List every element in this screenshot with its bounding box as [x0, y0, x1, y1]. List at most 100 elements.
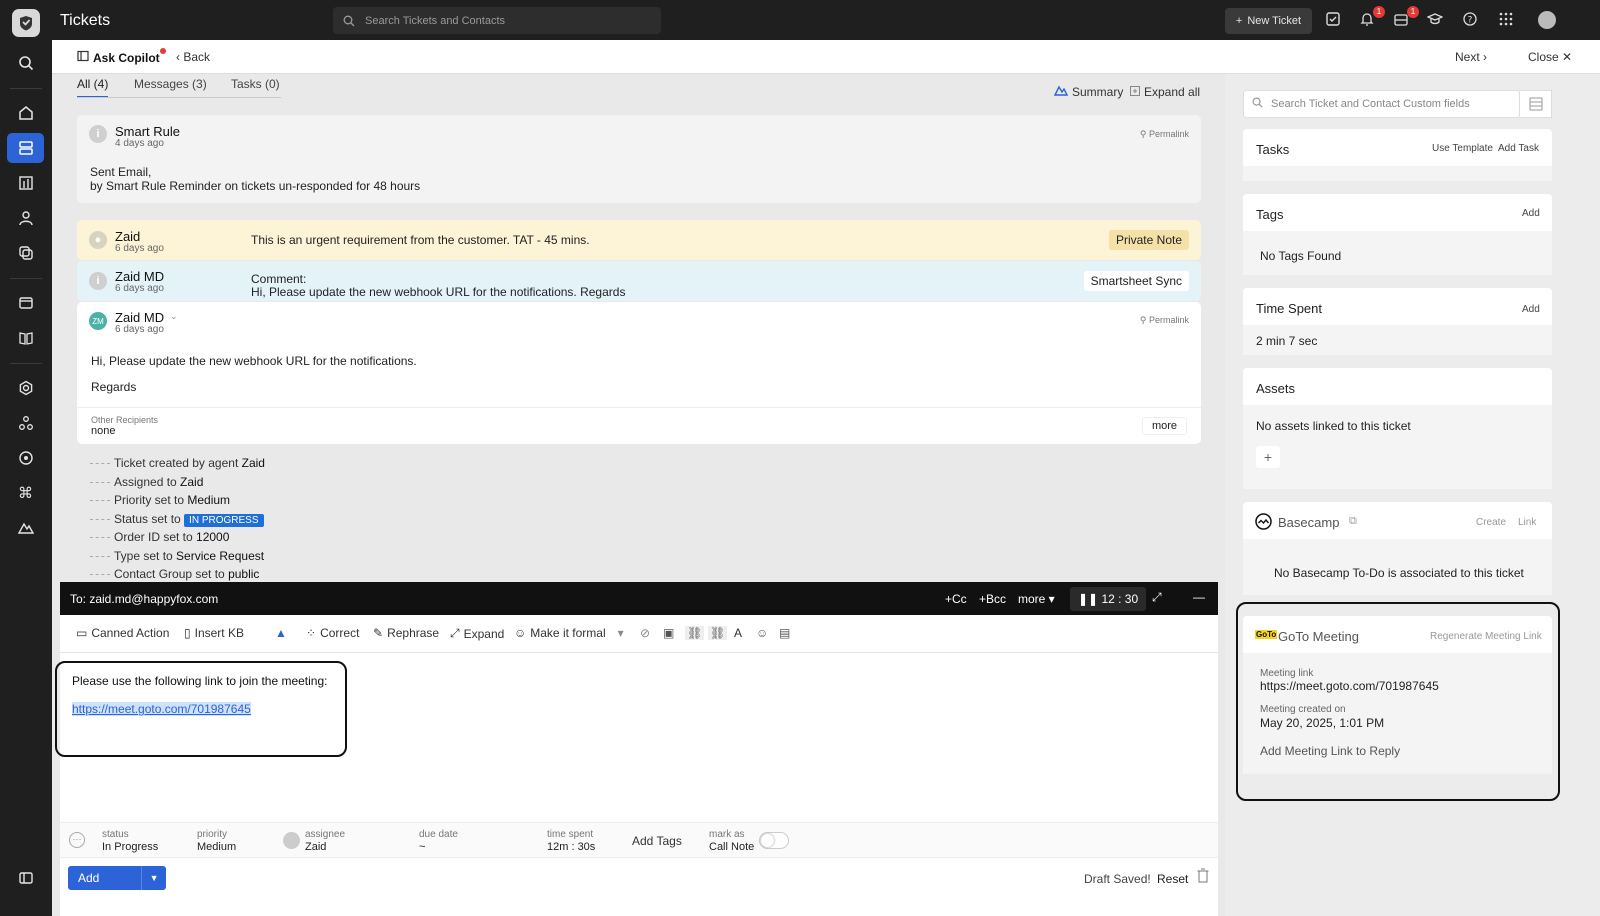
reset-button[interactable]: Reset [1157, 872, 1188, 886]
to-field[interactable]: To: zaid.md@happyfox.com [70, 592, 218, 606]
tabs-divider [77, 97, 281, 98]
activity-item: Status set to IN PROGRESS [90, 510, 265, 529]
new-ticket-button[interactable]: + New Ticket [1225, 8, 1312, 34]
app-logo[interactable] [12, 9, 40, 37]
notifications-bell-icon[interactable]: 1 [1359, 6, 1385, 29]
note-time: 6 days ago [115, 243, 164, 254]
comment-time: 6 days ago [115, 283, 164, 294]
back-label: Back [183, 50, 211, 64]
text-format-icon[interactable]: A [734, 626, 742, 640]
help-icon[interactable]: ? [1462, 11, 1480, 29]
learning-cap-icon[interactable] [1426, 11, 1445, 29]
search-icon[interactable] [7, 48, 44, 78]
priority-field[interactable]: priority Medium [197, 829, 236, 853]
home-icon[interactable] [7, 98, 44, 128]
fullscreen-icon[interactable]: ⤢ [1152, 590, 1162, 605]
tickets-nav-icon[interactable] [7, 133, 44, 163]
sidebar-toggle-icon[interactable] [7, 863, 44, 893]
basecamp-create-button[interactable]: Create [1476, 517, 1506, 528]
global-search-input[interactable]: Search Tickets and Contacts [333, 7, 661, 34]
custom-fields-icon[interactable] [1520, 90, 1552, 118]
add-time-button[interactable]: Add [1522, 304, 1540, 315]
settings-icon[interactable] [7, 373, 44, 403]
add-tags-button[interactable]: Add Tags [632, 834, 682, 848]
add-tag-button[interactable]: Add [1522, 208, 1540, 219]
automation-icon[interactable] [7, 443, 44, 473]
use-template-button[interactable]: Use Template [1432, 143, 1493, 154]
highlight-outline [55, 661, 347, 757]
tasks-title: Tasks [1256, 142, 1290, 157]
more-options-icon[interactable]: ··· [69, 832, 85, 848]
add-reply-button[interactable]: Add Reply ▼ [68, 866, 166, 909]
tab-all[interactable]: All (4) [77, 77, 109, 98]
back-button[interactable]: ‹ Back [176, 50, 210, 64]
tab-messages[interactable]: Messages (3) [134, 77, 207, 96]
emoji-icon[interactable]: ☺ [756, 626, 768, 640]
custom-fields-search-input[interactable]: Search Ticket and Contact Custom fields [1243, 90, 1520, 118]
command-icon[interactable]: ⌘ [7, 478, 44, 508]
correct-button[interactable]: ⁘ Correct [306, 626, 359, 640]
tab-tasks[interactable]: Tasks (0) [231, 77, 280, 96]
unlink-icon[interactable]: ⛓ [708, 626, 728, 640]
ask-copilot-button[interactable]: Ask Copilot [77, 48, 166, 65]
more-button[interactable]: more [1141, 417, 1187, 435]
private-note-row[interactable]: ● Zaid 6 days ago This is an urgent requ… [77, 220, 1201, 260]
workflows-icon[interactable] [7, 408, 44, 438]
link-icon[interactable]: ⛓ [685, 626, 705, 640]
template-icon[interactable]: ▤ [779, 626, 790, 640]
permalink-link[interactable]: ⚲ Permalink [1140, 129, 1189, 140]
insert-kb-button[interactable]: ▯ Insert KB [184, 626, 244, 640]
external-link-icon[interactable]: ⧉ [1349, 515, 1357, 528]
canned-action-button[interactable]: ▭ Canned Action [76, 626, 169, 640]
make-formal-button[interactable]: ☺ Make it formal ▾ [514, 626, 624, 640]
knowledge-base-icon[interactable] [7, 323, 44, 353]
user-avatar[interactable] [1538, 11, 1556, 29]
chevron-down-icon[interactable]: ⌄ [170, 311, 178, 322]
add-asset-button[interactable]: + [1256, 446, 1280, 468]
contacts-icon[interactable] [7, 203, 44, 233]
close-button[interactable]: Close ✕ [1528, 50, 1572, 64]
trash-icon[interactable] [1197, 868, 1211, 884]
add-task-button[interactable]: Add Task [1498, 143, 1539, 154]
tasks-check-icon[interactable] [1325, 11, 1343, 29]
call-note-toggle[interactable] [759, 832, 789, 849]
more-dropdown[interactable]: more ▾ [1018, 592, 1055, 606]
reports-icon[interactable] [7, 168, 44, 198]
note-author: Zaid [115, 229, 141, 244]
status-field[interactable]: status In Progress [102, 829, 158, 853]
cc-button[interactable]: +Cc [945, 592, 967, 606]
time-spent-field[interactable]: time spent 12m : 30s [547, 829, 595, 853]
basecamp-logo-icon [1255, 513, 1272, 530]
due-date-field[interactable]: due date ~ [419, 829, 458, 853]
expand-all-button[interactable]: Expand all [1130, 85, 1200, 99]
permalink-link[interactable]: ⚲ Permalink [1140, 315, 1189, 326]
timer[interactable]: ❚❚ 12 : 30 [1070, 587, 1147, 611]
contact-groups-icon[interactable] [7, 238, 44, 268]
expand-text-button[interactable]: ⤢ Expand [450, 626, 504, 641]
link-icon: ⚲ [1139, 129, 1149, 139]
canned-actions-icon[interactable] [7, 288, 44, 318]
bcc-button[interactable]: +Bcc [979, 592, 1006, 606]
recipients-label: Other Recipients [91, 415, 159, 425]
attachment-icon[interactable]: ⊘ [640, 626, 650, 640]
ticket-subbar: Ask Copilot ‹ Back Next › Close ✕ [52, 40, 1600, 74]
search-icon [1252, 97, 1263, 111]
canned-icon: ▭ [76, 626, 88, 640]
summary-button[interactable]: Summary [1053, 85, 1123, 99]
assignee-field[interactable]: assignee Zaid [305, 829, 345, 853]
basecamp-link-button[interactable]: Link [1518, 517, 1536, 528]
inbox-icon[interactable]: 1 [1393, 6, 1419, 29]
search-icon [343, 15, 355, 27]
caret-down-icon[interactable]: ▼ [142, 873, 166, 883]
apps-grid-icon[interactable] [1498, 11, 1516, 29]
message-line1: Hi, Please update the new webhook URL fo… [91, 354, 417, 368]
ai-icon[interactable] [7, 513, 44, 543]
minimize-icon[interactable]: — [1193, 590, 1205, 604]
rephrase-button[interactable]: ✎ Rephrase [373, 626, 439, 640]
next-button[interactable]: Next › [1455, 50, 1487, 64]
private-note-badge: Private Note [1108, 230, 1189, 250]
image-icon[interactable]: ▣ [663, 626, 674, 640]
comment-row[interactable]: i Zaid MD 6 days ago Comment: Hi, Please… [77, 261, 1201, 301]
pause-icon: ❚❚ [1078, 592, 1102, 606]
ai-logo-icon[interactable]: ▲ [275, 626, 287, 640]
